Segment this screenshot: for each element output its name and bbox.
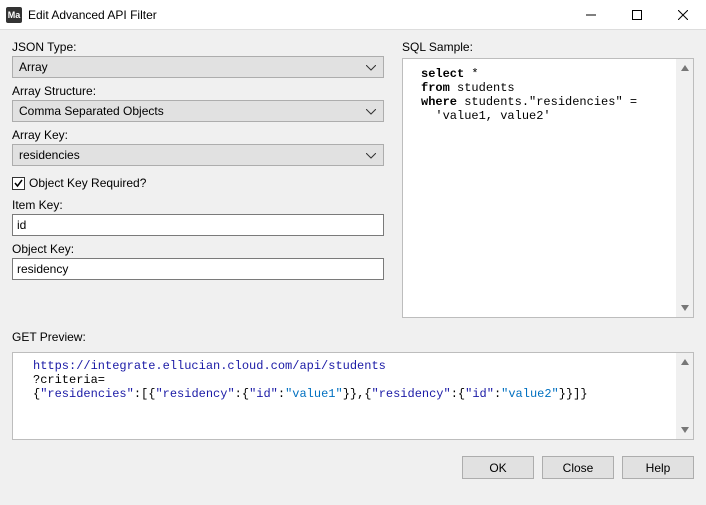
item-key-label: Item Key: [12,198,384,212]
object-key-required-label: Object Key Required? [29,176,146,190]
close-window-button[interactable] [660,0,706,30]
array-key-value: residencies [19,148,363,162]
sql-sample-box: select * from students where students."r… [402,58,694,318]
object-key-required-checkbox[interactable] [12,177,25,190]
app-icon: Ma [6,7,22,23]
scroll-up-icon[interactable] [678,355,692,369]
json-type-value: Array [19,60,363,74]
close-button[interactable]: Close [542,456,614,479]
scroll-down-icon[interactable] [678,301,692,315]
array-key-select[interactable]: residencies [12,144,384,166]
get-preview-label: GET Preview: [12,330,694,344]
array-key-label: Array Key: [12,128,384,142]
button-row: OK Close Help [12,456,694,479]
json-type-select[interactable]: Array [12,56,384,78]
maximize-button[interactable] [614,0,660,30]
chevron-down-icon [363,60,379,74]
object-key-label: Object Key: [12,242,384,256]
window-title: Edit Advanced API Filter [28,8,568,22]
chevron-down-icon [363,148,379,162]
sql-sample-text[interactable]: select * from students where students."r… [403,59,676,317]
scroll-down-icon[interactable] [678,423,692,437]
sql-scrollbar[interactable] [676,59,693,317]
scroll-up-icon[interactable] [678,61,692,75]
array-structure-label: Array Structure: [12,84,384,98]
window-controls [568,0,706,30]
array-structure-value: Comma Separated Objects [19,104,363,118]
sql-sample-label: SQL Sample: [402,40,694,54]
chevron-down-icon [363,104,379,118]
object-key-input[interactable] [12,258,384,280]
titlebar: Ma Edit Advanced API Filter [0,0,706,30]
ok-button[interactable]: OK [462,456,534,479]
get-preview-text[interactable]: https://integrate.ellucian.cloud.com/api… [13,353,676,439]
get-preview-box: https://integrate.ellucian.cloud.com/api… [12,352,694,440]
array-structure-select[interactable]: Comma Separated Objects [12,100,384,122]
minimize-button[interactable] [568,0,614,30]
item-key-input[interactable] [12,214,384,236]
help-button[interactable]: Help [622,456,694,479]
preview-scrollbar[interactable] [676,353,693,439]
sql-sample-column: SQL Sample: select * from students where… [402,40,694,318]
dialog-content: JSON Type: Array Array Structure: Comma … [0,30,706,505]
json-type-label: JSON Type: [12,40,384,54]
form-left-column: JSON Type: Array Array Structure: Comma … [12,40,384,280]
